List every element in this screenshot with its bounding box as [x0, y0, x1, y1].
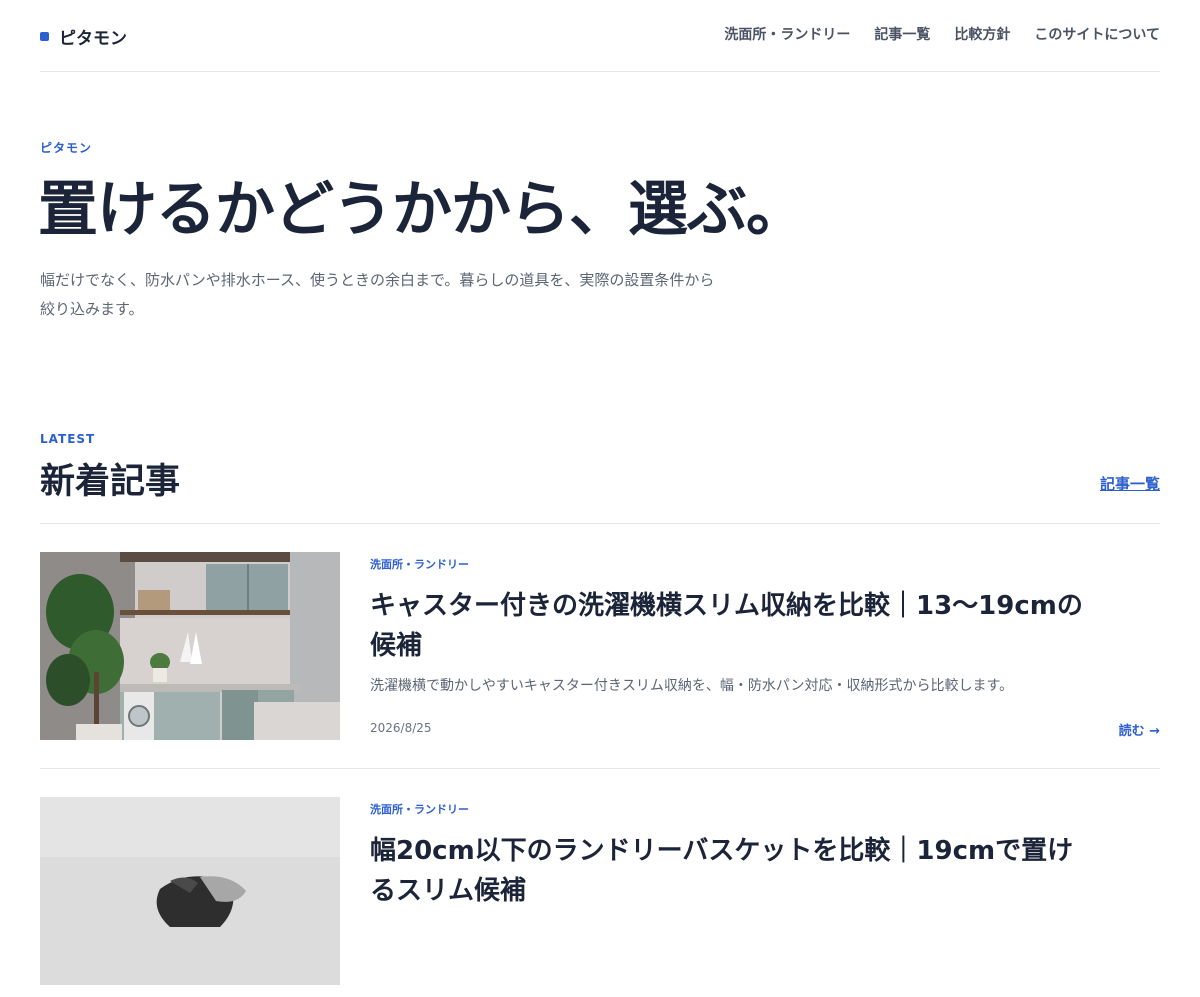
read-more-link[interactable]: 読む → [1119, 720, 1160, 739]
section-title: 新着記事 [40, 462, 181, 502]
article-thumbnail[interactable] [40, 552, 340, 740]
hero-eyebrow: ピタモン [40, 141, 93, 155]
article-category[interactable]: 洗面所・ランドリー [370, 801, 469, 817]
article-title[interactable]: キャスター付きの洗濯機横スリム収納を比較｜13〜19cmの候補 [370, 586, 1090, 666]
article-title[interactable]: 幅20cm以下のランドリーバスケットを比較｜19cmで置けるスリム候補 [370, 831, 1090, 911]
nav-item-policy[interactable]: 比較方針 [954, 25, 1010, 45]
brand-square-icon [40, 31, 49, 41]
site-name: ピタモン [59, 28, 127, 49]
article-body: 洗面所・ランドリー 幅20cm以下のランドリーバスケットを比較｜19cmで置ける… [370, 797, 1160, 985]
article-category[interactable]: 洗面所・ランドリー [370, 556, 469, 572]
latest-eyebrow: LATEST [40, 432, 96, 446]
nav-item-articles[interactable]: 記事一覧 [874, 25, 930, 45]
article-card[interactable]: 洗面所・ランドリー キャスター付きの洗濯機横スリム収納を比較｜13〜19cmの候… [40, 552, 1160, 769]
section-divider [40, 523, 1160, 524]
all-articles-link[interactable]: 記事一覧 [1100, 473, 1160, 494]
article-excerpt: 洗濯機横で動かしやすいキャスター付きスリム収納を、幅・防水パン対応・収納形式から… [370, 678, 1014, 694]
article-thumbnail[interactable] [40, 797, 340, 985]
site-logo[interactable]: ピタモン [40, 24, 127, 49]
article-date: 2026/8/25 [370, 721, 432, 735]
nav-item-laundry[interactable]: 洗面所・ランドリー [724, 25, 850, 45]
site-header: ピタモン 洗面所・ランドリー 記事一覧 比較方針 このサイトについて [40, 0, 1160, 72]
article-card[interactable]: 洗面所・ランドリー 幅20cm以下のランドリーバスケットを比較｜19cmで置ける… [40, 797, 1160, 997]
hero-lead: 幅だけでなく、防水パンや排水ホース、使うときの余白まで。暮らしの道具を、実際の設… [40, 271, 715, 318]
hero-title: 置けるかどうかから、選ぶ。 [38, 175, 806, 245]
article-body: 洗面所・ランドリー キャスター付きの洗濯機横スリム収納を比較｜13〜19cmの候… [370, 552, 1160, 740]
nav-item-about[interactable]: このサイトについて [1034, 25, 1160, 45]
main-nav: 洗面所・ランドリー 記事一覧 比較方針 このサイトについて [700, 25, 1160, 45]
